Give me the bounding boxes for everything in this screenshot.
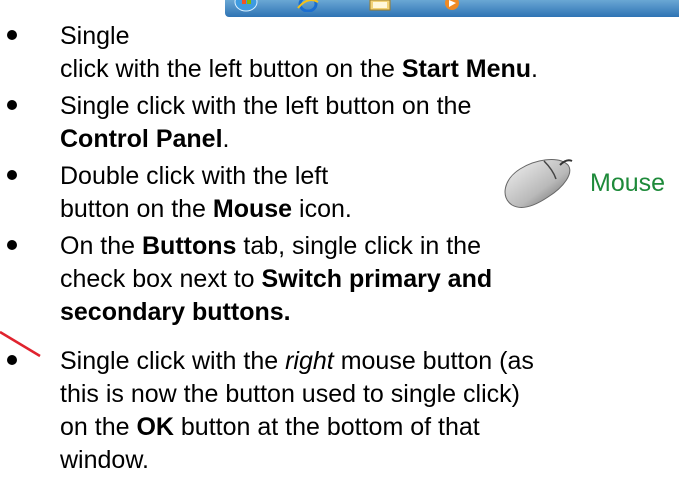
mouse-icon[interactable] — [498, 157, 576, 209]
mouse-text: Mouse — [212, 195, 293, 223]
instruction-text: this is now the button used to single cl… — [60, 380, 520, 408]
buttons-tab-text: Buttons — [142, 232, 237, 260]
bullet-dot — [7, 170, 17, 180]
instruction-text: on the OK button at the bottom of that — [60, 413, 480, 441]
bullet-dot — [7, 355, 17, 365]
media-player-icon[interactable] — [439, 0, 465, 12]
instruction-text: Single — [60, 22, 130, 50]
start-orb-icon[interactable] — [233, 0, 259, 12]
bullet-dot — [7, 100, 17, 110]
control-panel-text: Control Panel — [60, 125, 223, 153]
instruction-text: On the Buttons tab, single click in the — [60, 232, 481, 260]
instruction-text: check box next to Switch primary and — [60, 265, 493, 293]
start-menu-text: Start Menu — [401, 55, 532, 83]
instruction-text: secondary buttons. — [60, 296, 291, 329]
taskbar-strip — [225, 0, 679, 17]
instruction-text: Single click with the left button on the — [60, 92, 472, 120]
right-text: right — [285, 347, 334, 375]
instruction-text: Single click with the right mouse button… — [60, 347, 534, 375]
instruction-text: Control Panel. — [60, 125, 230, 153]
switch-buttons-text: Switch primary and — [261, 265, 493, 293]
ok-text: OK — [136, 413, 174, 441]
mouse-icon-label[interactable]: Mouse — [590, 167, 665, 200]
internet-explorer-icon[interactable] — [295, 0, 321, 12]
bullet-dot — [7, 240, 17, 250]
switch-buttons-text: secondary buttons. — [60, 298, 291, 326]
bullet-dot — [7, 30, 17, 40]
file-explorer-icon[interactable] — [367, 0, 393, 12]
instruction-text: window. — [60, 446, 149, 474]
instruction-text: click with the left button on the Start … — [60, 55, 538, 83]
instruction-text: button on the Mouse icon. — [60, 195, 352, 223]
instruction-text: Double click with the left — [60, 162, 329, 190]
